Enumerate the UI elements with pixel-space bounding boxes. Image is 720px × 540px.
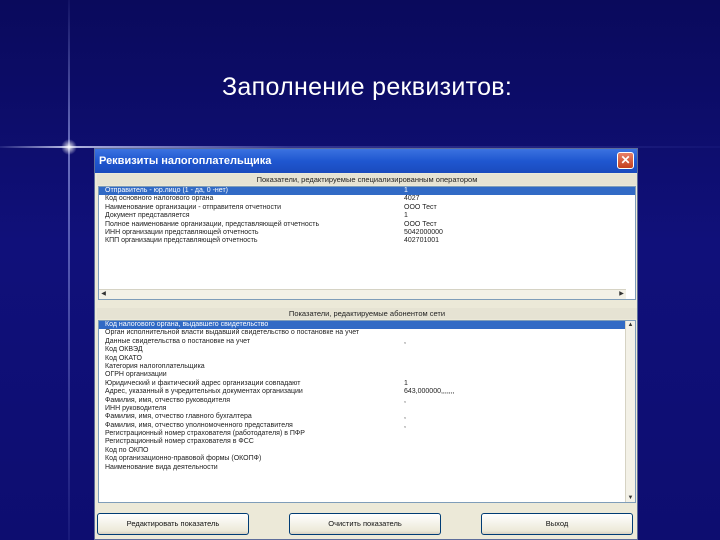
section2-header: Показатели, редактируемые абонентом сети — [97, 308, 637, 319]
field-name: Код ОКАТО — [105, 354, 142, 362]
table-row[interactable]: Фамилия, имя, отчество главного бухгалте… — [99, 413, 635, 421]
field-name: Наименование вида деятельности — [105, 463, 218, 471]
field-name: Фамилия, имя, отчество руководителя — [105, 396, 231, 404]
field-name: Наименование организации - отправителя о… — [105, 203, 282, 211]
table-row[interactable]: Наименование вида деятельности — [99, 464, 635, 472]
subscriber-fields-rows: Код налогового органа, выдавшего свидете… — [99, 321, 635, 472]
table-row[interactable]: Отправитель - юр.лицо (1 - да, 0 -нет) 1 — [99, 187, 635, 196]
table-row[interactable]: Фамилия, имя, отчество руководителя, — [99, 397, 635, 405]
field-name: Адрес, указанный в учредительных докумен… — [105, 388, 303, 396]
operator-fields-rows: Отправитель - юр.лицо (1 - да, 0 -нет) 1 К… — [99, 187, 635, 246]
field-value: , — [404, 396, 406, 404]
window-titlebar[interactable]: Реквизиты налогоплательщика ✕ — [95, 149, 637, 173]
table-row[interactable]: Полное наименование организации, предста… — [99, 221, 635, 229]
field-value: ООО Тест — [404, 203, 437, 211]
table-row[interactable]: Документ представляется 1 — [99, 212, 635, 220]
field-value: , — [404, 413, 406, 421]
clear-field-button[interactable]: Очистить показатель — [289, 513, 441, 535]
field-name: Отправитель - юр.лицо (1 - да, 0 -нет) — [105, 187, 228, 194]
field-value: ООО Тест — [404, 220, 437, 228]
field-value: 1 — [404, 212, 408, 220]
table-row[interactable]: КПП организации представляющей отчетност… — [99, 237, 635, 245]
table-row[interactable]: Код основного налогового органа 4027 — [99, 195, 635, 203]
table-row[interactable]: Юридический и фактический адрес организа… — [99, 380, 635, 388]
window-title: Реквизиты налогоплательщика — [99, 155, 272, 167]
table-row[interactable]: Код по ОКПО — [99, 447, 635, 455]
field-name: Код по ОКПО — [105, 446, 149, 454]
table-row[interactable]: Категория налогоплательщика — [99, 363, 635, 371]
field-name: Код ОКВЭД — [105, 346, 143, 354]
exit-button[interactable]: Выход — [481, 513, 633, 535]
table-row[interactable]: Наименование организации - отправителя о… — [99, 204, 635, 212]
field-name: Код основного налогового органа — [105, 195, 214, 203]
field-name: Орган исполнительной власти выдавший сви… — [105, 329, 360, 337]
table-row[interactable]: Регистрационный номер страхователя в ФСС — [99, 438, 635, 446]
field-name: Фамилия, имя, отчество главного бухгалте… — [105, 413, 252, 421]
field-name: Категория налогоплательщика — [105, 362, 205, 370]
horizontal-scrollbar[interactable]: ◀ ▶ — [99, 289, 626, 299]
field-name: Регистрационный номер страхователя в ФСС — [105, 438, 254, 446]
close-button[interactable]: ✕ — [617, 152, 634, 169]
table-row[interactable]: ОГРН организации — [99, 371, 635, 379]
scroll-up-icon[interactable]: ▲ — [626, 321, 635, 329]
field-value: 1 — [404, 187, 408, 194]
table-row[interactable]: Фамилия, имя, отчество уполномоченного п… — [99, 422, 635, 430]
table-row[interactable]: Код ОКВЭД — [99, 346, 635, 354]
scroll-down-icon[interactable]: ▼ — [626, 494, 635, 502]
field-value: , — [404, 421, 406, 429]
field-name: Документ представляется — [105, 212, 190, 220]
table-row[interactable]: Адрес, указанный в учредительных докумен… — [99, 388, 635, 396]
scroll-left-icon[interactable]: ◀ — [99, 290, 108, 298]
edit-field-button[interactable]: Редактировать показатель — [97, 513, 249, 535]
field-name: Код организационно-правовой формы (ОКОПФ… — [105, 455, 262, 463]
field-name: Фамилия, имя, отчество уполномоченного п… — [105, 421, 293, 429]
field-value: 5042000000 — [404, 228, 443, 236]
subscriber-fields-grid[interactable]: Код налогового органа, выдавшего свидете… — [98, 320, 636, 503]
table-row[interactable]: Орган исполнительной власти выдавший сви… — [99, 329, 635, 337]
taxpayer-details-window: Реквизиты налогоплательщика ✕ Показатели… — [94, 148, 638, 540]
field-value: 643,000000,,,,,,, — [404, 388, 455, 396]
vertical-scrollbar[interactable]: ▲ ▼ — [625, 321, 635, 502]
table-row[interactable]: Данные свидетельства о постановке на уче… — [99, 338, 635, 346]
close-icon: ✕ — [620, 153, 631, 167]
field-name: Юридический и фактический адрес организа… — [105, 379, 301, 387]
slide-title: Заполнение реквизитов: — [222, 73, 513, 101]
field-value: 4027 — [404, 195, 420, 203]
field-name: КПП организации представляющей отчетност… — [105, 237, 258, 245]
field-value: , — [404, 337, 406, 345]
table-row[interactable]: Код ОКАТО — [99, 355, 635, 363]
field-name: ОГРН организации — [105, 371, 167, 379]
table-row[interactable]: Код организационно-правовой формы (ОКОПФ… — [99, 455, 635, 463]
field-value: 1 — [404, 379, 408, 387]
field-value: 402701001 — [404, 237, 440, 245]
field-name: Данные свидетельства о постановке на уче… — [105, 337, 251, 345]
scroll-right-icon[interactable]: ▶ — [617, 290, 626, 298]
field-name: Полное наименование организации, предста… — [105, 220, 320, 228]
operator-fields-grid[interactable]: Отправитель - юр.лицо (1 - да, 0 -нет) 1 К… — [98, 186, 636, 300]
section1-header: Показатели, редактируемые специализирова… — [97, 174, 637, 185]
decorative-vertical-line — [68, 0, 70, 540]
decorative-sparkle — [61, 139, 77, 155]
